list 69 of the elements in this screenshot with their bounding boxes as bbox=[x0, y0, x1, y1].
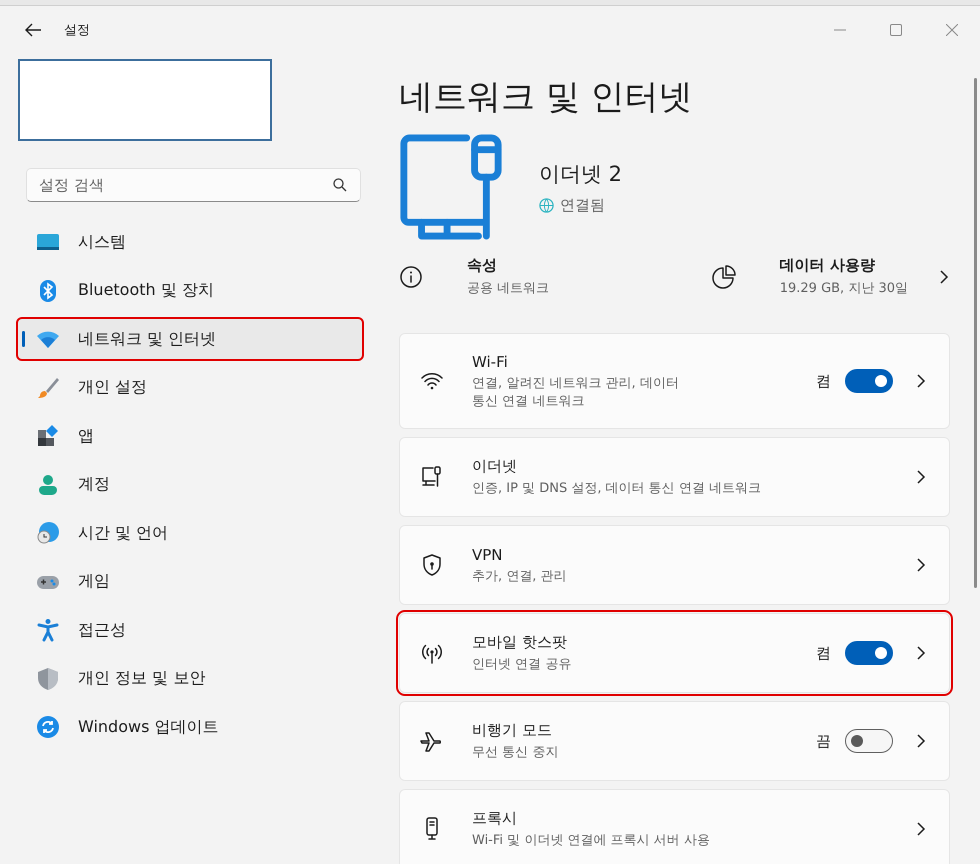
toggle-switch[interactable] bbox=[845, 641, 893, 665]
sidebar-item[interactable]: 시스템 bbox=[18, 222, 362, 262]
chevron-icon bbox=[915, 645, 927, 661]
accessibility-icon bbox=[36, 618, 60, 642]
toggle-label: 켬 bbox=[816, 372, 831, 390]
settings-card[interactable]: 비행기 모드 무선 통신 중지 끔 bbox=[399, 701, 950, 781]
scrollbar-thumb[interactable] bbox=[974, 78, 977, 588]
apps-icon bbox=[36, 424, 60, 448]
minimize-icon[interactable] bbox=[834, 29, 846, 31]
card-subtitle: 무선 통신 중지 bbox=[472, 744, 560, 761]
card-title: Wi-Fi bbox=[472, 352, 509, 370]
card-title: 모바일 핫스팟 bbox=[472, 633, 568, 652]
settings-card[interactable]: 이더넷 인증, IP 및 DNS 설정, 데이터 통신 연결 네트워크 bbox=[399, 437, 950, 517]
globe-icon bbox=[539, 198, 554, 212]
card-subtitle: 인터넷 연결 공유 bbox=[472, 656, 572, 673]
sidebar-item[interactable]: 네트워크 및 인터넷 bbox=[18, 319, 362, 359]
sidebar-item[interactable]: 접근성 bbox=[18, 610, 362, 650]
sidebar-item[interactable]: 계정 bbox=[18, 464, 362, 504]
globe-clock-icon bbox=[36, 521, 60, 545]
sidebar-item[interactable]: 앱 bbox=[18, 416, 362, 456]
connection-status: 연결됨 bbox=[560, 196, 605, 214]
summary-title: 데이터 사용량 bbox=[780, 256, 876, 275]
shield-icon bbox=[36, 666, 60, 690]
sidebar-item[interactable]: 시간 및 언어 bbox=[18, 513, 362, 553]
monitor-cable-icon bbox=[420, 465, 444, 489]
pie-chart-icon bbox=[712, 264, 736, 288]
card-title: 비행기 모드 bbox=[472, 721, 553, 740]
page-title: 네트워크 및 인터넷 bbox=[399, 76, 694, 119]
toggle-switch[interactable] bbox=[845, 369, 893, 393]
sidebar-item[interactable]: Windows 업데이트 bbox=[18, 707, 362, 747]
close-icon[interactable] bbox=[946, 24, 958, 36]
sidebar-item[interactable]: 개인 정보 및 보안 bbox=[18, 658, 362, 698]
summary-subtitle: 공용 네트워크 bbox=[467, 280, 550, 297]
chevron-icon bbox=[915, 557, 927, 573]
chevron-icon bbox=[915, 733, 927, 749]
settings-card[interactable]: 모바일 핫스팟 인터넷 연결 공유 켬 bbox=[399, 613, 950, 693]
paintbrush-icon bbox=[36, 376, 60, 400]
toggle-label: 끔 bbox=[816, 732, 831, 750]
chevron-icon bbox=[938, 268, 950, 284]
card-title: 프록시 bbox=[472, 809, 518, 828]
settings-card[interactable]: VPN 추가, 연결, 관리 bbox=[399, 525, 950, 605]
card-subtitle: Wi-Fi 및 이더넷 연결에 프록시 서버 사용 bbox=[472, 832, 711, 849]
update-icon bbox=[36, 715, 60, 739]
card-title: VPN bbox=[472, 546, 504, 564]
sidebar-item[interactable]: 게임 bbox=[18, 562, 362, 602]
search-field[interactable]: 설정 검색 bbox=[26, 168, 361, 202]
monitor-cable-icon bbox=[399, 132, 503, 242]
sidebar-item[interactable]: 개인 설정 bbox=[18, 368, 362, 408]
connection-name: 이더넷 2 bbox=[539, 160, 622, 188]
toggle-label: 켬 bbox=[816, 644, 831, 662]
chevron-icon bbox=[915, 469, 927, 485]
back-arrow-icon[interactable] bbox=[24, 21, 42, 39]
maximize-icon[interactable] bbox=[890, 24, 902, 36]
card-title: 이더넷 bbox=[472, 457, 518, 476]
settings-card[interactable]: Wi-Fi 연결, 알려진 네트워크 관리, 데이터 통신 연결 네트워크 켬 bbox=[399, 333, 950, 429]
search-icon[interactable] bbox=[333, 178, 347, 192]
card-subtitle: 인증, IP 및 DNS 설정, 데이터 통신 연결 네트워크 bbox=[472, 480, 762, 497]
chevron-icon bbox=[915, 821, 927, 837]
window-title: 설정 bbox=[64, 22, 90, 39]
card-subtitle: 연결, 알려진 네트워크 관리, 데이터 통신 연결 네트워크 bbox=[472, 374, 680, 410]
person-icon bbox=[36, 472, 60, 496]
sidebar-item[interactable]: Bluetooth 및 장치 bbox=[18, 270, 362, 310]
info-icon bbox=[399, 264, 423, 288]
card-subtitle: 추가, 연결, 관리 bbox=[472, 568, 568, 584]
chevron-icon bbox=[915, 373, 927, 389]
toggle-switch[interactable] bbox=[845, 729, 893, 753]
settings-card[interactable]: 프록시 Wi-Fi 및 이더넷 연결에 프록시 서버 사용 bbox=[399, 789, 950, 864]
summary-subtitle: 19.29 GB, 지난 30일 bbox=[780, 280, 908, 297]
summary-title: 속성 bbox=[467, 256, 498, 275]
